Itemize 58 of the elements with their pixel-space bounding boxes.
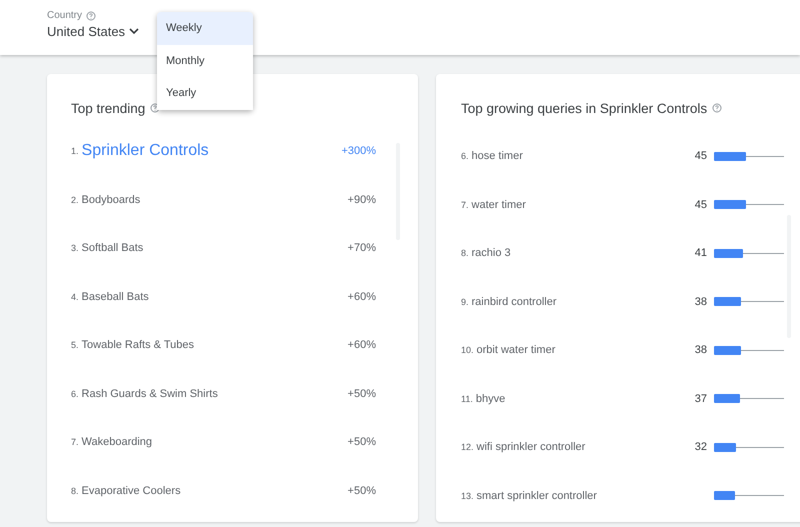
rank-number: 3. [71,243,79,254]
help-icon[interactable] [712,103,722,113]
card-title: Top growing queries in Sprinkler Controls [461,100,708,116]
rank-number: 11. [461,394,473,404]
category-name[interactable]: Baseball Bats [82,290,348,303]
query-value: 38 [694,344,707,356]
menu-item[interactable]: Monthly [157,44,253,77]
rank-number: 5. [71,340,79,350]
rank-number: 10. [461,345,474,356]
category-name[interactable]: Rash Guards & Swim Shirts [82,388,348,400]
change-percent: +90% [348,194,376,206]
query-name: hose timer [472,150,524,162]
rank-number: 7. [461,200,469,210]
rank-number: 6. [461,151,469,162]
rank-number: 7. [71,437,79,448]
query-name: orbit water timer [476,344,556,356]
rank-number: 13. [461,490,474,501]
rank-number: 4. [71,292,79,302]
rank-number: 9. [461,296,469,307]
category-name[interactable]: Sprinkler Controls [82,142,342,160]
query-name: water timer [472,198,527,211]
category-name[interactable]: Bodyboards [82,194,348,206]
rank-number: 2. [71,194,79,205]
query-name: rainbird controller [472,296,558,308]
category-name[interactable]: Evaporative Coolers [82,484,348,497]
query-value: 32 [694,441,707,454]
change-percent: +60% [348,339,376,352]
category-name[interactable]: Softball Bats [82,242,348,254]
country-select[interactable]: United States [47,24,140,39]
category-name[interactable]: Towable Rafts & Tubes [82,339,348,352]
country-label: Country [47,10,82,21]
query-name: bhyve [476,392,506,405]
change-percent: +70% [348,242,376,254]
change-percent: +60% [348,290,376,303]
rank-number: 8. [461,248,469,258]
query-value: 45 [694,198,707,211]
category-name[interactable]: Wakeboarding [82,436,348,448]
menu-item[interactable]: Weekly [157,12,253,44]
rank-number: 12. [461,442,474,452]
change-percent: +50% [348,436,376,448]
chevron-down-icon [129,28,140,35]
query-value: 38 [694,296,707,308]
rank-number: 1. [71,146,79,156]
rank-number: 6. [71,388,79,399]
query-value: 41 [694,247,707,260]
rank-number: 8. [71,486,79,496]
query-name: rachio 3 [472,247,512,260]
query-name: wifi sprinkler controller [476,441,586,454]
change-percent: +50% [348,388,376,400]
help-icon[interactable] [150,103,160,113]
card-title: Top trending [71,100,146,116]
change-percent: +50% [348,484,376,497]
query-value: 37 [694,392,707,405]
menu-item[interactable]: Yearly [157,77,253,110]
query-value: 45 [694,150,707,162]
help-icon[interactable] [86,10,96,20]
query-name: smart sprinkler controller [476,490,598,502]
change-percent: +300% [341,145,376,158]
